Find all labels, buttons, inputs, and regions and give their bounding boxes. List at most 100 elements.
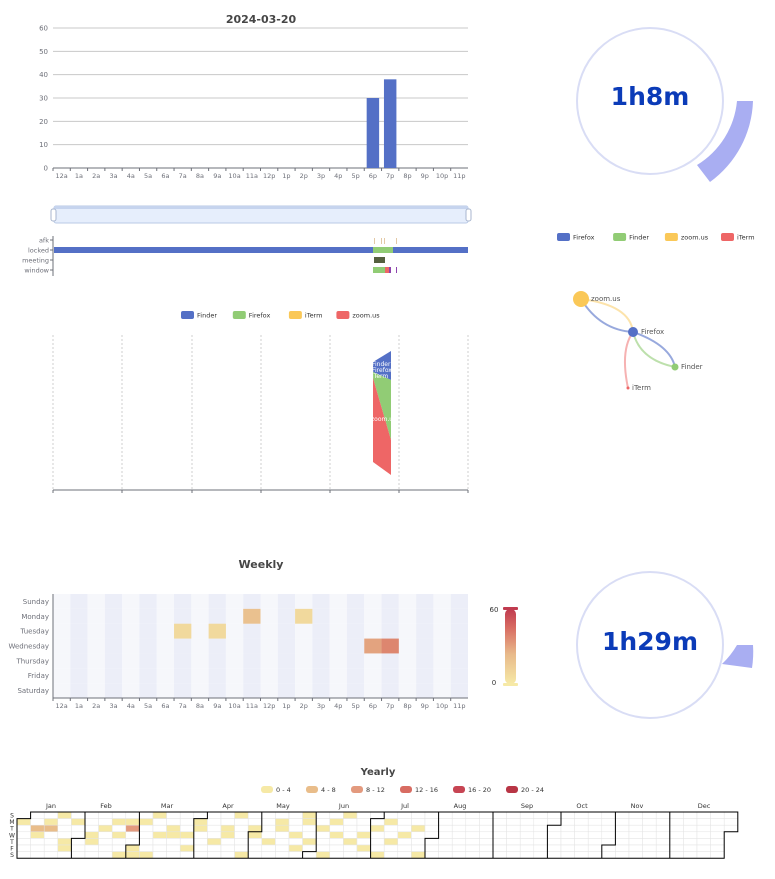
yearly-day-cell[interactable] [383,838,399,846]
yearly-day-cell[interactable] [397,851,412,859]
yearly-legend-swatch[interactable] [306,786,318,793]
yearly-day-cell[interactable] [506,824,521,833]
yearly-day-cell[interactable] [506,851,521,859]
yearly-day-cell[interactable] [247,811,263,819]
yearly-day-cell[interactable] [125,811,140,819]
yearly-day-cell[interactable] [179,831,195,839]
yearly-day-cell[interactable] [560,838,575,846]
yearly-day-cell[interactable] [207,838,222,846]
yearly-day-cell[interactable] [30,838,45,846]
yearly-day-cell[interactable] [71,811,86,819]
legend-swatch[interactable] [336,311,350,319]
yearly-day-cell[interactable] [587,818,603,826]
yearly-day-cell[interactable] [655,851,671,859]
legend-label[interactable]: zoom.us [681,234,709,242]
yearly-day-cell[interactable] [519,838,535,846]
yearly-day-cell[interactable] [57,851,72,859]
yearly-day-cell[interactable] [315,844,331,852]
yearly-day-cell[interactable] [207,811,222,819]
yearly-day-cell[interactable] [683,844,698,852]
yearly-day-cell[interactable] [71,838,86,846]
yearly-day-cell[interactable] [370,844,385,852]
yearly-day-cell[interactable] [628,824,643,833]
yearly-day-cell[interactable] [506,818,521,826]
yearly-day-cell[interactable] [152,831,167,839]
yearly-day-cell[interactable] [655,831,671,839]
yearly-day-cell[interactable] [166,844,181,852]
yearly-day-cell[interactable] [125,844,140,852]
yearly-day-cell[interactable] [533,831,548,839]
yearly-day-cell[interactable] [275,824,290,833]
yearly-day-cell[interactable] [465,851,480,859]
yearly-day-cell[interactable] [370,824,385,833]
yearly-day-cell[interactable] [84,831,99,839]
yearly-day-cell[interactable] [152,811,167,819]
yearly-day-cell[interactable] [411,844,426,852]
yearly-day-cell[interactable] [547,844,562,852]
yearly-day-cell[interactable] [574,844,589,852]
yearly-day-cell[interactable] [220,851,235,859]
yearly-day-cell[interactable] [383,818,399,826]
yearly-day-cell[interactable] [601,824,616,833]
yearly-day-cell[interactable] [302,818,317,826]
yearly-day-cell[interactable] [710,844,725,852]
yearly-day-cell[interactable] [601,844,616,852]
node-iterm[interactable] [626,386,630,390]
yearly-day-cell[interactable] [411,811,426,819]
yearly-day-cell[interactable] [139,811,154,819]
yearly-day-cell[interactable] [275,811,290,819]
yearly-day-cell[interactable] [438,831,453,839]
yearly-day-cell[interactable] [139,844,154,852]
yearly-day-cell[interactable] [479,831,494,839]
yearly-day-cell[interactable] [451,824,467,833]
yearly-day-cell[interactable] [343,851,358,859]
heat-cell[interactable] [174,623,192,639]
legend-label[interactable]: Firefox [573,234,595,242]
yearly-day-cell[interactable] [587,811,603,819]
yearly-day-cell[interactable] [601,831,616,839]
yearly-day-cell[interactable] [424,838,439,846]
yearly-day-cell[interactable] [465,838,480,846]
yearly-day-cell[interactable] [275,818,290,826]
yearly-day-cell[interactable] [166,838,181,846]
yearly-day-cell[interactable] [642,838,657,846]
yearly-day-cell[interactable] [533,811,548,819]
yearly-day-cell[interactable] [261,811,276,819]
yearly-day-cell[interactable] [356,838,371,846]
yearly-day-cell[interactable] [111,818,127,826]
yearly-day-cell[interactable] [166,811,181,819]
yearly-day-cell[interactable] [642,851,657,859]
yearly-day-cell[interactable] [655,811,671,819]
legend-swatch[interactable] [557,233,570,241]
yearly-day-cell[interactable] [329,831,344,839]
yearly-day-cell[interactable] [288,851,303,859]
yearly-day-cell[interactable] [57,824,72,833]
yearly-day-cell[interactable] [669,831,684,839]
yearly-day-cell[interactable] [84,838,99,846]
yearly-day-cell[interactable] [288,844,303,852]
yearly-day-cell[interactable] [356,844,371,852]
yearly-day-cell[interactable] [315,811,331,819]
yearly-day-cell[interactable] [438,851,453,859]
visual-map-handle-top[interactable] [503,607,518,610]
yearly-day-cell[interactable] [288,831,303,839]
yearly-day-cell[interactable] [519,844,535,852]
heat-cell[interactable] [295,608,313,624]
yearly-day-cell[interactable] [547,851,562,859]
yearly-day-cell[interactable] [139,831,154,839]
yearly-day-cell[interactable] [465,818,480,826]
yearly-day-cell[interactable] [601,838,616,846]
yearly-day-cell[interactable] [356,831,371,839]
yearly-day-cell[interactable] [166,831,181,839]
yearly-day-cell[interactable] [220,824,235,833]
yearly-day-cell[interactable] [683,831,698,839]
yearly-day-cell[interactable] [710,838,725,846]
yearly-day-cell[interactable] [533,844,548,852]
yearly-day-cell[interactable] [492,838,507,846]
yearly-day-cell[interactable] [383,824,399,833]
yearly-day-cell[interactable] [710,831,725,839]
yearly-day-cell[interactable] [424,811,439,819]
yearly-day-cell[interactable] [424,818,439,826]
yearly-day-cell[interactable] [574,818,589,826]
yearly-day-cell[interactable] [696,838,711,846]
